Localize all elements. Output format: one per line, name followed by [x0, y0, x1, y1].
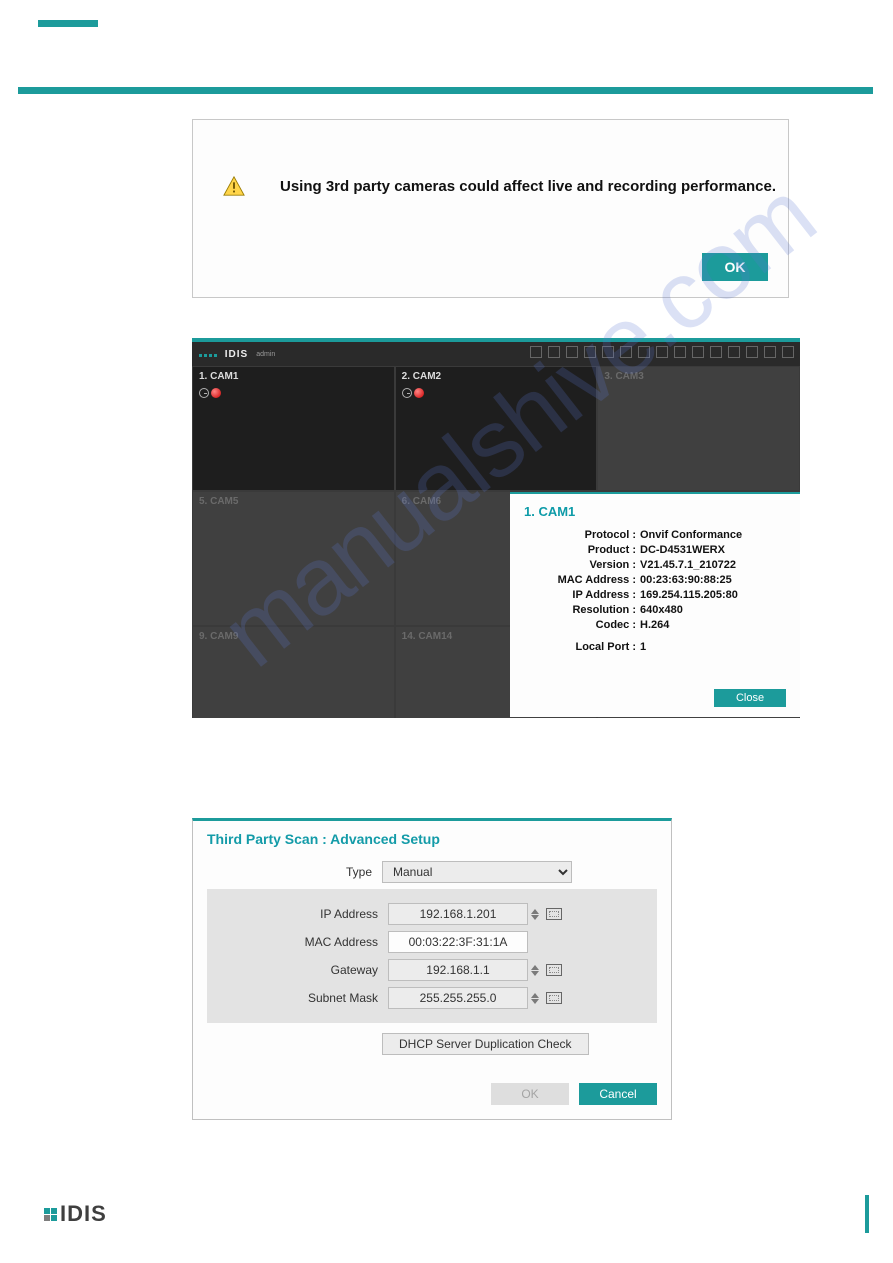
field-value: 1 [640, 641, 786, 653]
dhcp-check-button[interactable]: DHCP Server Duplication Check [382, 1033, 589, 1055]
ok-button-disabled: OK [491, 1083, 569, 1105]
cam-tile-1[interactable]: 1. CAM1 [192, 366, 395, 491]
nvr-brand-logo: IDIS [198, 349, 248, 360]
cam-tile-3[interactable]: 3. CAM3 [597, 366, 800, 491]
layout16-icon[interactable] [584, 346, 596, 358]
camera-popup-title: 1. CAM1 [524, 504, 786, 519]
field-key: Product : [524, 544, 636, 556]
export-icon[interactable] [746, 346, 758, 358]
cam-tile-2[interactable]: 2. CAM2 [395, 366, 598, 491]
dhcp-row: DHCP Server Duplication Check [207, 1033, 657, 1055]
subnet-spinner[interactable] [530, 992, 540, 1005]
play-icon[interactable] [782, 346, 794, 358]
advanced-setup-dialog: Third Party Scan : Advanced Setup Type M… [192, 818, 672, 1120]
alarm-icon[interactable] [692, 346, 704, 358]
overlay-icon[interactable] [656, 346, 668, 358]
field-key: Codec : [524, 619, 636, 631]
info-icon[interactable] [710, 346, 722, 358]
nvr-topbar: IDIS admin [192, 342, 800, 366]
ptz-icon[interactable] [764, 346, 776, 358]
nvr-brand-text: IDIS [225, 349, 248, 360]
field-key: IP Address : [524, 589, 636, 601]
doc-divider [18, 87, 873, 94]
record-dot-icon [211, 388, 221, 398]
network-fields-block: IP Address 192.168.1.201 MAC Address 00:… [207, 889, 657, 1023]
clock-icon [402, 388, 412, 398]
subnet-field[interactable]: 255.255.255.0 [388, 987, 528, 1009]
arrow-right-icon[interactable] [638, 346, 650, 358]
layout-seq-icon[interactable] [602, 346, 614, 358]
type-label: Type [207, 865, 372, 879]
field-key: Local Port : [524, 641, 636, 653]
dialog-title: Third Party Scan : Advanced Setup [207, 831, 657, 847]
type-row: Type Manual [207, 861, 657, 883]
field-value: 169.254.115.205:80 [640, 589, 786, 601]
layout4-icon[interactable] [548, 346, 560, 358]
field-value: V21.45.7.1_210722 [640, 559, 786, 571]
nvr-user: admin [256, 351, 275, 358]
keyboard-icon[interactable] [546, 992, 562, 1004]
cam-status-icons [402, 384, 591, 402]
chevron-down-icon[interactable] [531, 999, 539, 1004]
warning-message: Using 3rd party cameras could affect liv… [280, 178, 776, 195]
page-footer: IDIS [0, 1195, 893, 1233]
mac-label: MAC Address [213, 935, 378, 949]
chevron-down-icon[interactable] [531, 971, 539, 976]
clock-icon [199, 388, 209, 398]
field-key: Version : [524, 559, 636, 571]
page-marker [865, 1195, 869, 1233]
nvr-toolbar [530, 346, 794, 358]
chevron-up-icon[interactable] [531, 993, 539, 998]
cam-label: 3. CAM3 [604, 371, 793, 382]
keyboard-icon[interactable] [546, 908, 562, 920]
chevron-up-icon[interactable] [531, 909, 539, 914]
type-select[interactable]: Manual [382, 861, 572, 883]
gateway-label: Gateway [213, 963, 378, 977]
cancel-button[interactable]: Cancel [579, 1083, 657, 1105]
field-value: 640x480 [640, 604, 786, 616]
mac-field[interactable]: 00:03:22:3F:31:1A [388, 931, 528, 953]
ip-field[interactable]: 192.168.1.201 [388, 903, 528, 925]
keyboard-icon[interactable] [546, 964, 562, 976]
field-value: H.264 [640, 619, 786, 631]
camera-info-popup: 1. CAM1 Protocol : Onvif Conformance Prod… [510, 492, 800, 717]
cam-tile-9[interactable]: 9. CAM9 [192, 626, 395, 718]
idis-logo: IDIS [44, 1201, 107, 1227]
cam-status-icons [199, 384, 388, 402]
gateway-field[interactable]: 192.168.1.1 [388, 959, 528, 981]
field-key: Resolution : [524, 604, 636, 616]
ip-spinner[interactable] [530, 908, 540, 921]
warning-dialog: Using 3rd party cameras could affect liv… [192, 119, 789, 298]
field-key: Protocol : [524, 529, 636, 541]
cam-label: 5. CAM5 [199, 496, 388, 507]
close-button[interactable]: Close [714, 689, 786, 707]
ok-button[interactable]: OK [702, 253, 768, 281]
warning-icon [223, 175, 245, 197]
ip-label: IP Address [213, 907, 378, 921]
field-value: 00:23:63:90:88:25 [640, 574, 786, 586]
chevron-down-icon[interactable] [531, 915, 539, 920]
cam-tile-5[interactable]: 5. CAM5 [192, 491, 395, 626]
field-value: DC-D4531WERX [640, 544, 786, 556]
subnet-label: Subnet Mask [213, 991, 378, 1005]
cam-label: 9. CAM9 [199, 631, 388, 642]
field-value: Onvif Conformance [640, 529, 786, 541]
cam-label: 1. CAM1 [199, 371, 388, 382]
doc-top-marker [38, 20, 98, 27]
field-key: MAC Address : [524, 574, 636, 586]
record-dot-icon [414, 388, 424, 398]
record-icon[interactable] [674, 346, 686, 358]
layout9-icon[interactable] [566, 346, 578, 358]
dialog-button-bar: OK Cancel [207, 1083, 657, 1105]
tag-icon[interactable] [728, 346, 740, 358]
chevron-up-icon[interactable] [531, 965, 539, 970]
cam-label: 2. CAM2 [402, 371, 591, 382]
layout1-icon[interactable] [530, 346, 542, 358]
gateway-spinner[interactable] [530, 964, 540, 977]
idis-logo-text: IDIS [60, 1201, 107, 1227]
nvr-live-screenshot: IDIS admin 1. CAM1 2. CAM2 [192, 338, 800, 718]
arrow-left-icon[interactable] [620, 346, 632, 358]
